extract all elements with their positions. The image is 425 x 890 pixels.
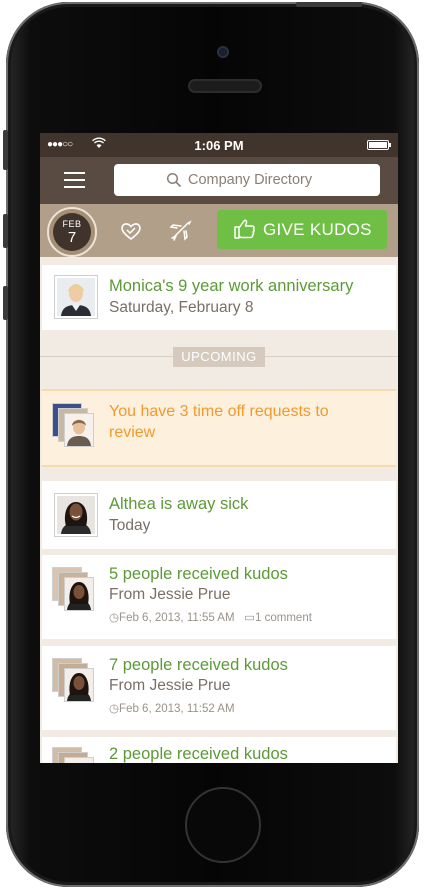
comment-icon: ▭: [244, 612, 256, 624]
search-icon: [166, 172, 182, 188]
avatar: [54, 275, 98, 319]
kudos-card[interactable]: 5 people received kudos From Jessie Prue…: [42, 555, 396, 639]
upcoming-label: UPCOMING: [173, 347, 265, 367]
kudos-card[interactable]: 2 people received kudos: [42, 737, 396, 763]
time-off-text: You have 3 time off requests to review: [109, 403, 329, 441]
clock-icon: ◷: [109, 703, 120, 715]
kudos-timestamp: Feb 6, 2013, 11:52 AM: [119, 703, 235, 715]
kudos-meta: ◷Feb 6, 2013, 11:52 AM: [109, 701, 235, 715]
anniversary-card[interactable]: Monica's 9 year work anniversary Saturda…: [42, 265, 396, 330]
anniversary-date: Saturday, February 8: [109, 299, 254, 316]
earpiece-speaker: [188, 79, 262, 93]
volume-down-button: [3, 286, 8, 320]
status-bar: ●●●○○ 1:06 PM: [40, 133, 398, 157]
kudos-from: From Jessie Prue: [109, 586, 231, 603]
avatar-stack: [52, 747, 98, 763]
nav-bar: Company Directory: [40, 157, 398, 204]
kudos-card[interactable]: 7 people received kudos From Jessie Prue…: [42, 646, 396, 730]
give-kudos-button[interactable]: GIVE KUDOS: [217, 210, 387, 249]
time-off-alert-card[interactable]: You have 3 time off requests to review: [42, 389, 396, 467]
kudos-title: 5 people received kudos: [109, 565, 288, 583]
search-placeholder: Company Directory: [188, 172, 313, 188]
search-input[interactable]: Company Directory: [114, 164, 380, 196]
power-button: [296, 2, 362, 7]
date-month: FEB: [62, 219, 82, 229]
kudos-from: From Jessie Prue: [109, 677, 231, 694]
avatar-stack: [52, 658, 98, 704]
mute-switch: [3, 130, 8, 170]
menu-icon[interactable]: [64, 172, 85, 188]
clock-icon: ◷: [109, 612, 120, 624]
sick-subtitle: Today: [109, 517, 151, 534]
sick-card[interactable]: Althea is away sick Today: [42, 481, 396, 549]
avatar: [54, 493, 98, 537]
heart-icon[interactable]: [118, 218, 144, 244]
front-camera: [217, 46, 229, 58]
sick-title: Althea is away sick: [109, 495, 249, 513]
kudos-timestamp: Feb 6, 2013, 11:55 AM: [119, 612, 235, 624]
volume-up-button: [3, 214, 8, 248]
thumbs-up-icon: [233, 218, 257, 240]
home-button[interactable]: [185, 787, 261, 863]
upcoming-divider: UPCOMING: [40, 333, 398, 381]
kudos-title: 7 people received kudos: [109, 656, 288, 674]
app-screen: ●●●○○ 1:06 PM Company Directory FEB 7 GI…: [40, 133, 398, 763]
kudos-meta: ◷Feb 6, 2013, 11:55 AM ▭1 comment: [109, 610, 312, 624]
anniversary-title: Monica's 9 year work anniversary: [109, 277, 354, 295]
kudos-comments[interactable]: 1 comment: [255, 612, 312, 624]
avatar-stack: [52, 567, 98, 613]
avatar-stack: [52, 403, 98, 449]
battery-icon: [367, 140, 391, 150]
kudos-title: 2 people received kudos: [109, 745, 288, 763]
status-time: 1:06 PM: [194, 138, 244, 153]
action-bar: FEB 7 GIVE KUDOS: [40, 204, 398, 257]
date-badge[interactable]: FEB 7: [47, 207, 97, 257]
give-kudos-label: GIVE KUDOS: [263, 220, 372, 239]
airplane-icon[interactable]: [168, 218, 194, 244]
date-day: 7: [67, 229, 77, 246]
